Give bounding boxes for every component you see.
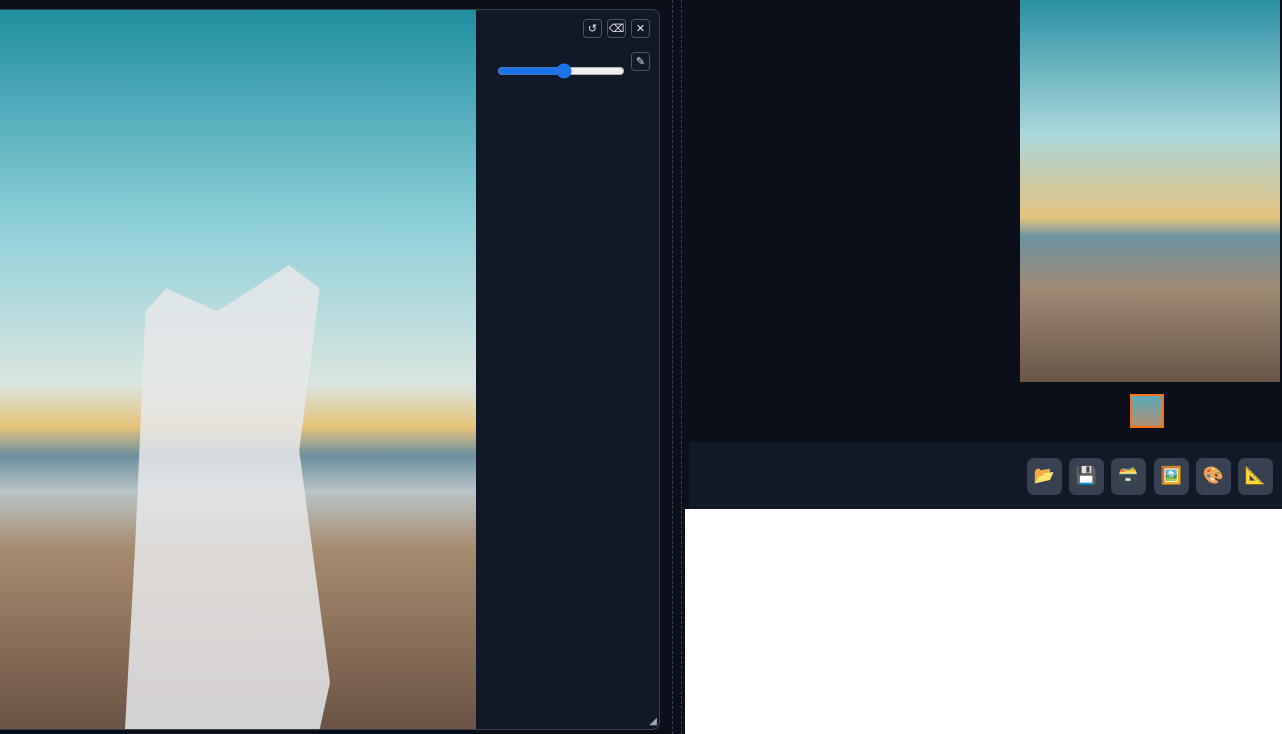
divider <box>681 0 682 734</box>
framed-picture-icon: 🖼️ <box>1160 466 1183 486</box>
send-to-extras-button[interactable]: 📐 <box>1238 458 1273 495</box>
card-file-box-icon: 🗃️ <box>1117 466 1140 486</box>
brush-button[interactable]: ✎ <box>631 52 650 71</box>
inpaint-canvas[interactable] <box>0 10 476 729</box>
inpaint-editor: ↺ ⌫ ✕ ✎ ◢ <box>0 9 660 730</box>
undo-icon: ↺ <box>587 22 598 35</box>
undo-button[interactable]: ↺ <box>583 19 602 38</box>
close-button[interactable]: ✕ <box>631 19 650 38</box>
open-folder-button[interactable]: 📂 <box>1027 458 1062 495</box>
brush-size-slider[interactable] <box>497 63 625 79</box>
output-gallery <box>697 0 1282 442</box>
open-folder-icon: 📂 <box>1033 466 1056 486</box>
zip-button[interactable]: 🗃️ <box>1111 458 1146 495</box>
eraser-icon: ⌫ <box>608 22 625 35</box>
mask-overlay <box>125 265 330 729</box>
brush-icon: ✎ <box>635 55 646 68</box>
divider <box>672 0 673 734</box>
resize-handle-icon[interactable]: ◢ <box>649 716 657 727</box>
save-button[interactable]: 💾 <box>1069 458 1104 495</box>
triangular-ruler-icon: 📐 <box>1244 466 1267 486</box>
send-to-inpaint-button[interactable]: 🎨 <box>1196 458 1231 495</box>
output-image[interactable] <box>1020 0 1280 382</box>
close-icon: ✕ <box>635 22 646 35</box>
save-icon: 💾 <box>1075 466 1098 486</box>
clear-button[interactable]: ⌫ <box>607 19 626 38</box>
output-toolbar: 📂 💾 🗃️ 🖼️ 🎨 📐 <box>689 442 1282 509</box>
palette-icon: 🎨 <box>1202 466 1225 486</box>
gallery-thumbnail[interactable] <box>1130 394 1164 428</box>
send-to-img2img-button[interactable]: 🖼️ <box>1154 458 1189 495</box>
blank-area <box>685 509 1282 734</box>
